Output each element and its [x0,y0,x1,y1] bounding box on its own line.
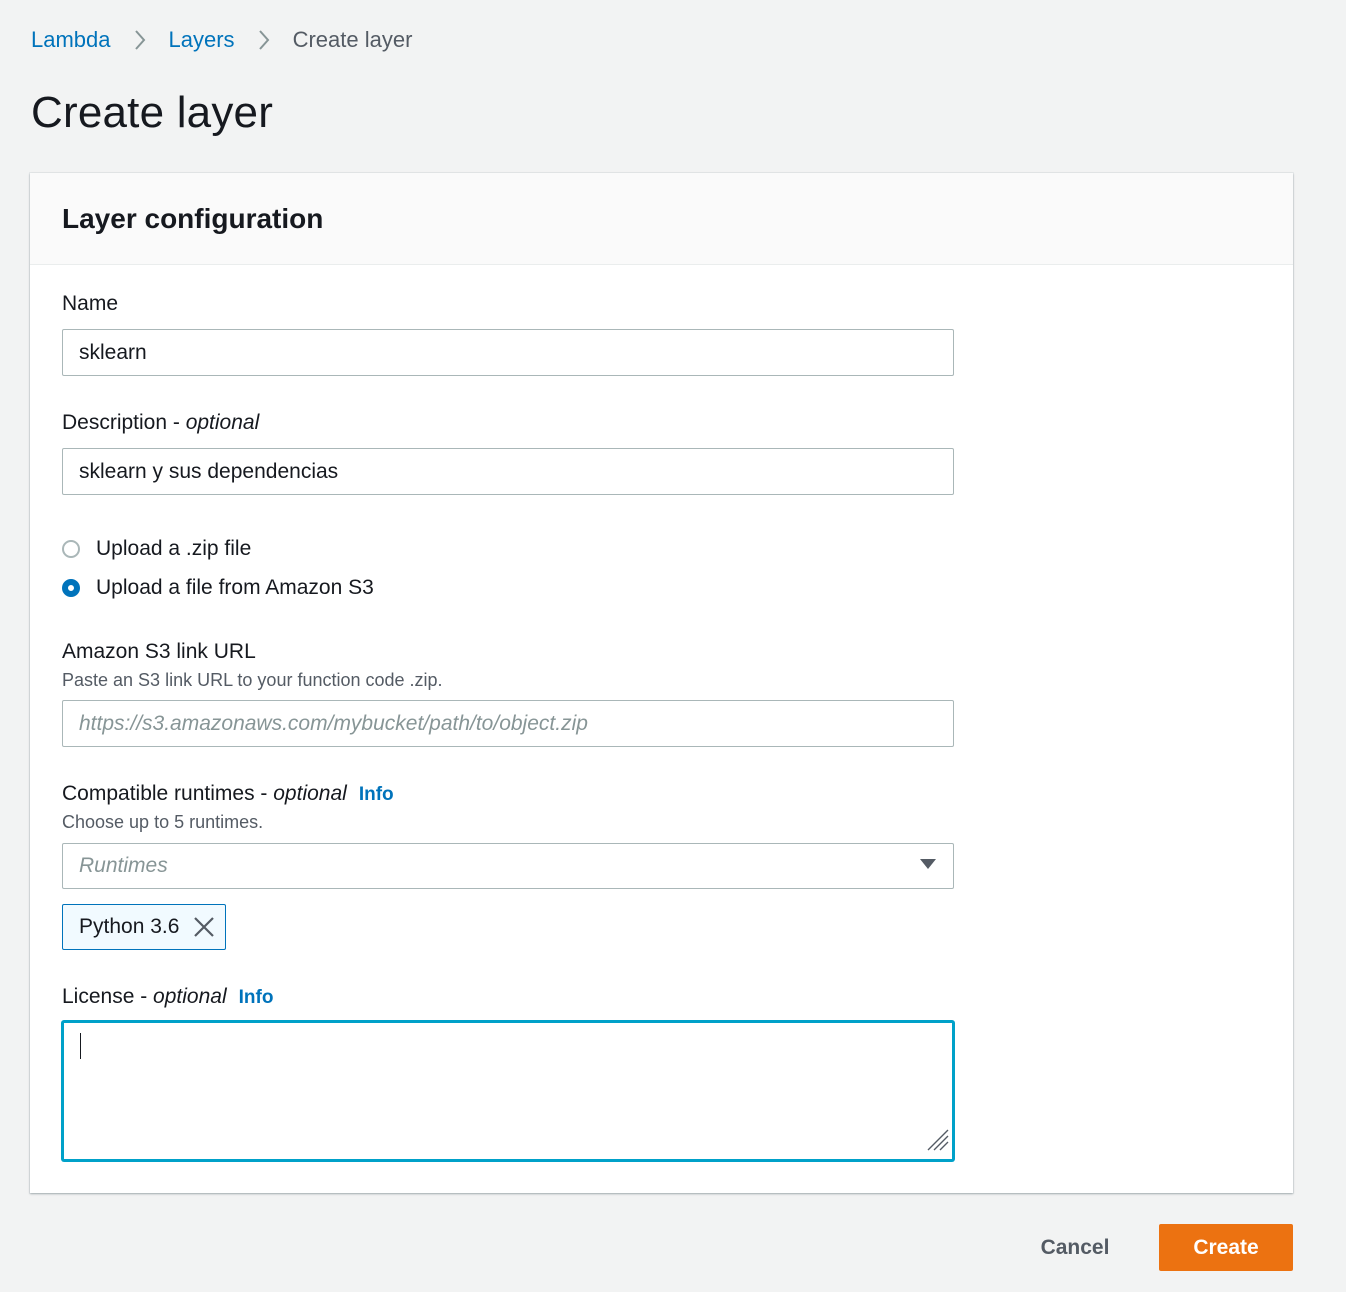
s3-url-label: Amazon S3 link URL [62,640,256,663]
runtimes-hint: Choose up to 5 runtimes. [62,812,264,832]
radio-unchecked-icon [62,540,80,558]
text-caret [80,1033,81,1059]
panel-header: Layer configuration [30,173,1293,265]
breadcrumb: Lambda Layers Create layer [31,24,412,56]
panel-title: Layer configuration [62,202,324,234]
runtimes-label: Compatible runtimes - optional Info [62,782,394,806]
name-input[interactable] [62,329,954,376]
create-button[interactable]: Create [1159,1224,1293,1271]
layer-configuration-panel: Layer configuration Name Description - o… [30,173,1293,1193]
runtime-token: Python 3.6 [62,904,227,950]
chevron-right-icon [111,24,169,56]
chevron-right-icon [235,24,293,56]
breadcrumb-current: Create layer [292,27,413,52]
description-label-text: Description - [62,411,186,434]
breadcrumb-lambda[interactable]: Lambda [31,27,111,53]
license-label: License - optional Info [62,985,273,1009]
name-label: Name [62,292,119,315]
page-title: Create layer [31,88,274,137]
runtimes-info-link[interactable]: Info [359,784,394,805]
breadcrumb-layers[interactable]: Layers [169,27,235,53]
resize-grip-icon[interactable] [924,1126,950,1157]
close-icon[interactable] [193,916,215,938]
s3-url-hint: Paste an S3 link URL to your function co… [62,670,443,690]
license-textarea[interactable] [62,1021,954,1161]
runtimes-select-placeholder: Runtimes [79,854,168,877]
description-label: Description - optional [62,411,259,435]
runtimes-label-text: Compatible runtimes - [62,782,274,805]
radio-upload-zip[interactable]: Upload a .zip file [62,537,251,561]
license-info-link[interactable]: Info [239,987,274,1008]
caret-down-icon [919,857,937,875]
license-optional: optional [153,985,227,1008]
runtimes-optional: optional [273,782,347,805]
radio-upload-zip-label: Upload a .zip file [96,537,252,560]
radio-checked-icon [62,579,80,597]
radio-upload-s3-label: Upload a file from Amazon S3 [96,576,374,599]
s3-url-input[interactable] [62,700,954,747]
description-optional: optional [185,411,260,434]
description-input[interactable] [62,448,954,495]
runtimes-select[interactable]: Runtimes [62,843,954,889]
license-label-text: License - [62,985,154,1008]
runtime-token-label: Python 3.6 [79,915,180,938]
cancel-button[interactable]: Cancel [1020,1224,1130,1271]
radio-upload-s3[interactable]: Upload a file from Amazon S3 [62,576,374,600]
